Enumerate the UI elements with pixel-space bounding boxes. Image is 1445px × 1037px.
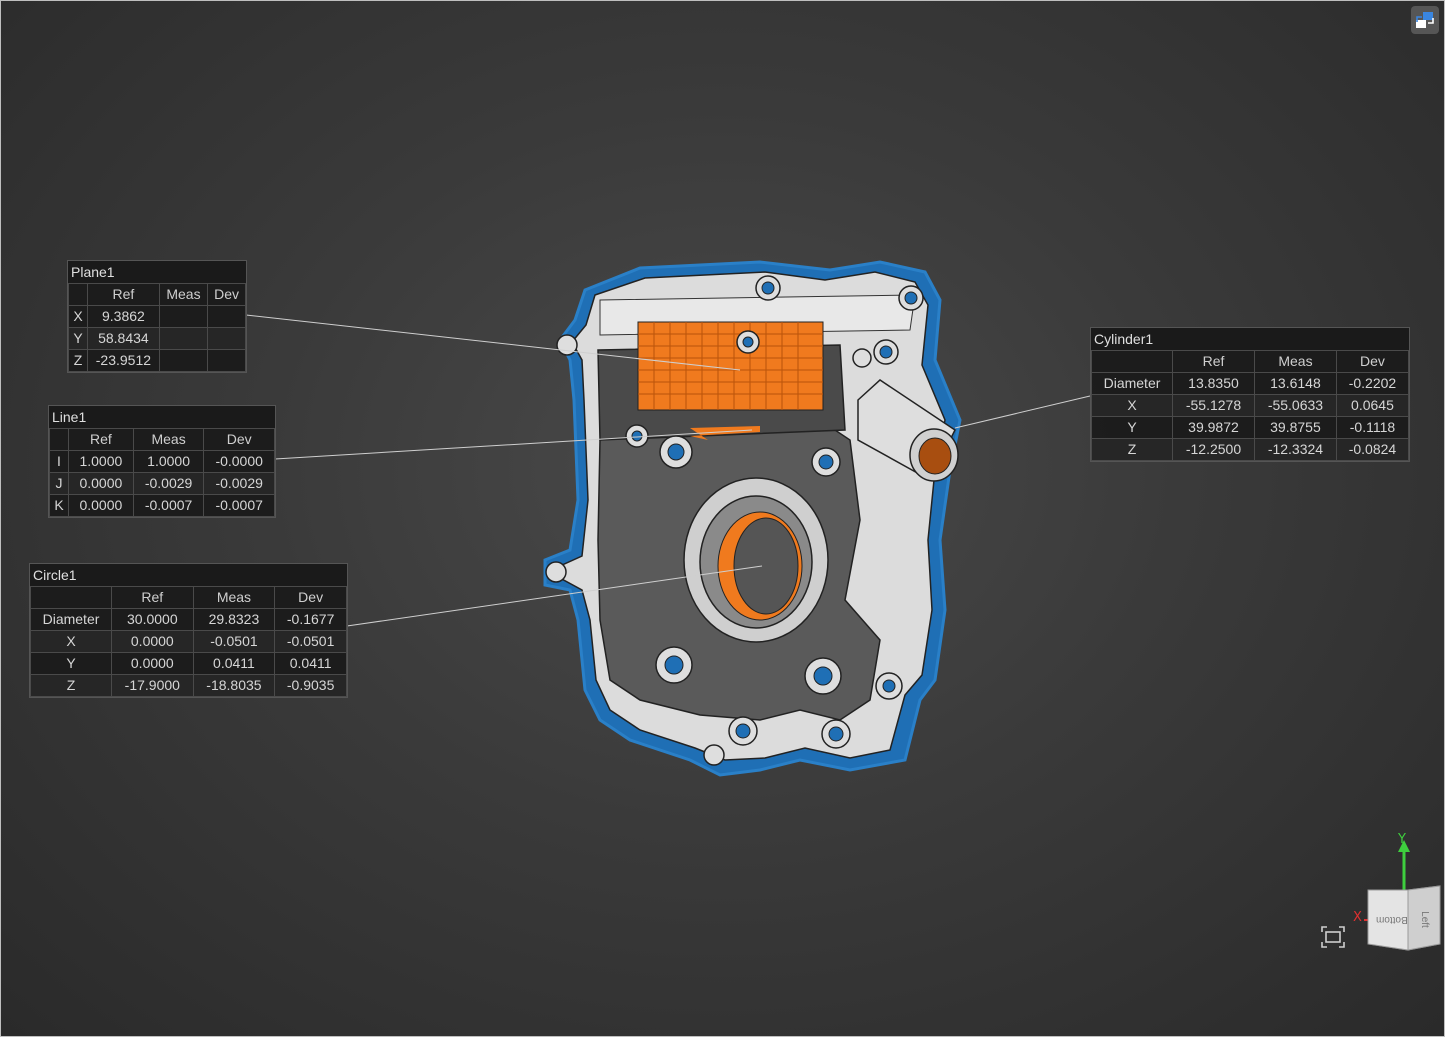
header-meas: Meas [1253, 350, 1337, 373]
plane-highlight[interactable] [637, 321, 824, 411]
swap-view-icon [1416, 12, 1434, 28]
fit-to-screen-icon [1321, 926, 1345, 948]
3d-viewport[interactable]: Plane1 Ref Meas Dev X 9.3862 Y 58.8434 Z -2… [0, 0, 1445, 1037]
header-dev: Dev [203, 428, 275, 451]
table-row: K 0.0000 -0.0007 -0.0007 [49, 494, 275, 517]
header-ref: Ref [68, 428, 134, 451]
header-blank [1091, 350, 1173, 373]
header-dev: Dev [274, 586, 347, 609]
header-meas: Meas [192, 586, 276, 609]
header-ref: Ref [1172, 350, 1255, 373]
plane-table-title: Plane1 [68, 261, 246, 283]
header-blank [30, 586, 112, 609]
table-row: Diameter 13.8350 13.6148 -0.2202 [1091, 372, 1410, 395]
table-row: Z -12.2500 -12.3324 -0.0824 [1091, 438, 1410, 461]
cube-face-left[interactable]: Left [1419, 911, 1430, 928]
cylinder-table-title: Cylinder1 [1091, 328, 1409, 350]
swap-view-button[interactable] [1411, 6, 1439, 34]
header-dev: Dev [207, 283, 246, 306]
header-ref: Ref [87, 283, 160, 306]
table-row: Y 58.8434 [68, 327, 246, 350]
part-model[interactable] [0, 0, 1445, 1037]
cylinder-table[interactable]: Cylinder1 Ref Meas Dev Diameter 13.8350 13… [1090, 327, 1410, 462]
header-meas: Meas [158, 283, 209, 306]
table-row: X -55.1278 -55.0633 0.0645 [1091, 394, 1410, 417]
table-row: J 0.0000 -0.0029 -0.0029 [49, 472, 275, 495]
header-blank [68, 283, 88, 306]
header-meas: Meas [132, 428, 205, 451]
circle-table-title: Circle1 [30, 564, 347, 586]
plane-table[interactable]: Plane1 Ref Meas Dev X 9.3862 Y 58.8434 Z -2… [67, 260, 247, 373]
view-cube[interactable]: Y X Bottom Left [1350, 832, 1445, 959]
circle-feature[interactable] [683, 477, 829, 643]
cube-face-bottom[interactable]: Bottom [1376, 914, 1408, 925]
table-row: X 0.0000 -0.0501 -0.0501 [30, 630, 347, 653]
table-row: I 1.0000 1.0000 -0.0000 [49, 450, 275, 473]
table-row: Y 0.0000 0.0411 0.0411 [30, 652, 347, 675]
line-table-title: Line1 [49, 406, 275, 428]
fit-to-screen-button[interactable] [1319, 924, 1347, 950]
header-dev: Dev [1335, 350, 1410, 373]
table-row: Diameter 30.0000 29.8323 -0.1677 [30, 608, 347, 631]
table-row: Z -23.9512 [68, 349, 246, 372]
table-row: Z -17.9000 -18.8035 -0.9035 [30, 674, 347, 697]
table-row: Y 39.9872 39.8755 -0.1118 [1091, 416, 1410, 439]
header-blank [49, 428, 69, 451]
axis-y-label: Y [1398, 832, 1406, 847]
circle-table[interactable]: Circle1 Ref Meas Dev Diameter 30.0000 29.8… [29, 563, 348, 698]
table-row: X 9.3862 [68, 305, 246, 328]
header-ref: Ref [111, 586, 194, 609]
line-table[interactable]: Line1 Ref Meas Dev I 1.0000 1.0000 -0.0000 … [48, 405, 276, 518]
axis-x-label: X [1353, 910, 1362, 925]
